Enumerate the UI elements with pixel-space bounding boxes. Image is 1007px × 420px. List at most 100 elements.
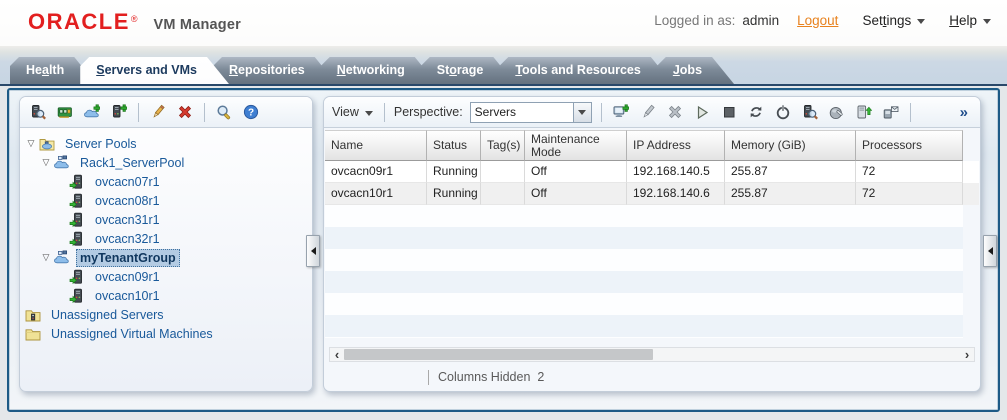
create-vm-icon[interactable] bbox=[611, 102, 631, 122]
column-header-maintenance-mode[interactable]: Maintenance Mode bbox=[525, 130, 627, 161]
cell-memory-gib: 255.87 bbox=[725, 161, 856, 183]
table-row-ovcacn09r1[interactable]: ovcacn09r1 Running Off 192.168.140.5 255.87 7… bbox=[325, 161, 979, 183]
cell-maintenance-mode: Off bbox=[525, 183, 627, 205]
toolbar-separator bbox=[204, 102, 205, 122]
search-icon[interactable] bbox=[214, 102, 234, 122]
cell-tag-s bbox=[481, 161, 525, 183]
servers-table: Name Status Tag(s) Maintenance Mode IP Addre… bbox=[325, 130, 979, 347]
tree-node-label: Unassigned Virtual Machines bbox=[51, 326, 213, 341]
tree-node-label: ovcacn32r1 bbox=[95, 231, 160, 246]
send-message-icon[interactable] bbox=[881, 102, 901, 122]
expand-arrow-icon[interactable]: ▽ bbox=[39, 252, 53, 263]
tree-node-ovcacn09r1[interactable]: ovcacn09r1 bbox=[22, 267, 310, 286]
delete-gray-icon[interactable] bbox=[665, 102, 685, 122]
column-header-ip-address[interactable]: IP Address bbox=[627, 130, 725, 161]
columns-hidden-label: Columns Hidden bbox=[438, 370, 531, 384]
content-frame: ? ▽ Server Pools ▽ Rack1_ServerPool ovcacn07… bbox=[7, 88, 1000, 412]
tree-toolbar: ? bbox=[20, 97, 312, 128]
oracle-logo: ORACLE bbox=[28, 9, 130, 34]
view-menu-button[interactable]: View bbox=[332, 105, 373, 119]
tree-node-server-pools[interactable]: ▽ Server Pools bbox=[22, 134, 310, 153]
cell-ip-address: 192.168.140.5 bbox=[627, 161, 725, 183]
upgrade-icon[interactable] bbox=[854, 102, 874, 122]
tree-node-mytenantgroup[interactable]: ▽ myTenantGroup bbox=[22, 248, 310, 267]
column-header-processors[interactable]: Processors bbox=[856, 130, 963, 161]
tree-node-rack1-serverpool[interactable]: ▽ Rack1_ServerPool bbox=[22, 153, 310, 172]
perspective-select[interactable]: Servers bbox=[469, 101, 592, 123]
column-header-memory-gib[interactable]: Memory (GiB) bbox=[725, 130, 856, 161]
edit-icon[interactable] bbox=[148, 102, 168, 122]
add-server-icon[interactable] bbox=[109, 102, 129, 122]
chevron-down-icon bbox=[364, 110, 373, 116]
ethernet-ports-icon[interactable] bbox=[55, 102, 75, 122]
tree-node-label: ovcacn09r1 bbox=[95, 269, 160, 284]
select-dropdown-button[interactable] bbox=[572, 102, 591, 122]
scroll-right-arrow[interactable]: › bbox=[960, 348, 974, 361]
tree-node-ovcacn31r1[interactable]: ovcacn31r1 bbox=[22, 210, 310, 229]
update-server-icon[interactable] bbox=[827, 102, 847, 122]
columns-hidden-count: 2 bbox=[537, 370, 545, 384]
server-pool-icon bbox=[54, 249, 71, 266]
horizontal-scrollbar[interactable]: ‹ › bbox=[329, 347, 975, 362]
collapse-arrow-icon bbox=[987, 247, 993, 255]
start-icon[interactable] bbox=[692, 102, 712, 122]
tree-node-unassigned-servers[interactable]: Unassigned Servers bbox=[22, 305, 310, 324]
content-panel: View Perspective: Servers » Name Status Ta… bbox=[323, 96, 981, 392]
edit-gray-icon[interactable] bbox=[638, 102, 658, 122]
column-header-tag-s[interactable]: Tag(s) bbox=[481, 130, 525, 161]
column-header-name[interactable]: Name bbox=[325, 130, 427, 161]
help-menu[interactable]: Help bbox=[949, 13, 991, 28]
brand: ORACLE ® VM Manager bbox=[28, 9, 241, 35]
refresh-icon[interactable] bbox=[746, 102, 766, 122]
stop-icon[interactable] bbox=[719, 102, 739, 122]
tab-storage[interactable]: Storage bbox=[421, 57, 516, 84]
scrollbar-thumb[interactable] bbox=[344, 349, 654, 360]
toolbar-separator bbox=[138, 102, 139, 122]
tab-repositories[interactable]: Repositories bbox=[213, 57, 337, 84]
cell-ip-address: 192.168.140.6 bbox=[627, 183, 725, 205]
svg-text:?: ? bbox=[248, 108, 254, 119]
server-icon bbox=[69, 269, 86, 285]
tree-node-ovcacn32r1[interactable]: ovcacn32r1 bbox=[22, 229, 310, 248]
oracle-trademark: ® bbox=[130, 14, 138, 24]
settings-menu[interactable]: Settings bbox=[862, 13, 926, 28]
rediscover-icon[interactable] bbox=[800, 102, 820, 122]
main-tab-bar: Health Servers and VMs Repositories Network… bbox=[0, 46, 1007, 86]
cell-tag-s bbox=[481, 183, 525, 205]
logged-in-user: admin bbox=[742, 13, 780, 28]
server-icon bbox=[69, 174, 86, 190]
tab-tools-and-resources[interactable]: Tools and Resources bbox=[499, 57, 673, 84]
expand-arrow-icon[interactable]: ▽ bbox=[24, 138, 38, 149]
tree-node-label: Rack1_ServerPool bbox=[80, 155, 185, 170]
table-empty-area bbox=[325, 205, 963, 338]
app-header: ORACLE ® VM Manager Logged in as: admin L… bbox=[0, 0, 1007, 46]
cell-name: ovcacn09r1 bbox=[325, 161, 427, 183]
server-icon bbox=[69, 193, 86, 209]
tab-servers-and-vms[interactable]: Servers and VMs bbox=[80, 57, 229, 84]
tab-networking[interactable]: Networking bbox=[321, 57, 437, 84]
logout-link[interactable]: Logout bbox=[797, 13, 838, 28]
perspective-label: Perspective: bbox=[393, 105, 463, 119]
help-icon[interactable]: ? bbox=[241, 102, 261, 122]
tree-node-ovcacn08r1[interactable]: ovcacn08r1 bbox=[22, 191, 310, 210]
column-header-status[interactable]: Status bbox=[427, 130, 481, 161]
discover-servers-icon[interactable] bbox=[28, 102, 48, 122]
region-collapse-handle[interactable] bbox=[983, 235, 997, 267]
kill-server-icon[interactable] bbox=[773, 102, 793, 122]
delete-icon[interactable] bbox=[175, 102, 195, 122]
toolbar-overflow-button[interactable]: » bbox=[960, 104, 968, 121]
table-row-ovcacn10r1[interactable]: ovcacn10r1 Running Off 192.168.140.6 255.87 7… bbox=[325, 183, 979, 205]
tree-node-label: ovcacn07r1 bbox=[95, 174, 160, 189]
tree-node-ovcacn07r1[interactable]: ovcacn07r1 bbox=[22, 172, 310, 191]
tree-node-unassigned-virtual-machines[interactable]: Unassigned Virtual Machines bbox=[22, 324, 310, 343]
panel-collapse-handle[interactable] bbox=[306, 235, 320, 267]
tree-node-ovcacn10r1[interactable]: ovcacn10r1 bbox=[22, 286, 310, 305]
table-header-row: Name Status Tag(s) Maintenance Mode IP Addre… bbox=[325, 130, 979, 161]
tree-node-label: myTenantGroup bbox=[76, 248, 180, 267]
scroll-left-arrow[interactable]: ‹ bbox=[330, 348, 344, 361]
server-icon bbox=[69, 212, 86, 228]
content-toolbar: View Perspective: Servers » bbox=[324, 97, 980, 128]
create-server-pool-icon[interactable] bbox=[82, 102, 102, 122]
expand-arrow-icon[interactable]: ▽ bbox=[39, 157, 53, 168]
server-icon bbox=[69, 288, 86, 304]
